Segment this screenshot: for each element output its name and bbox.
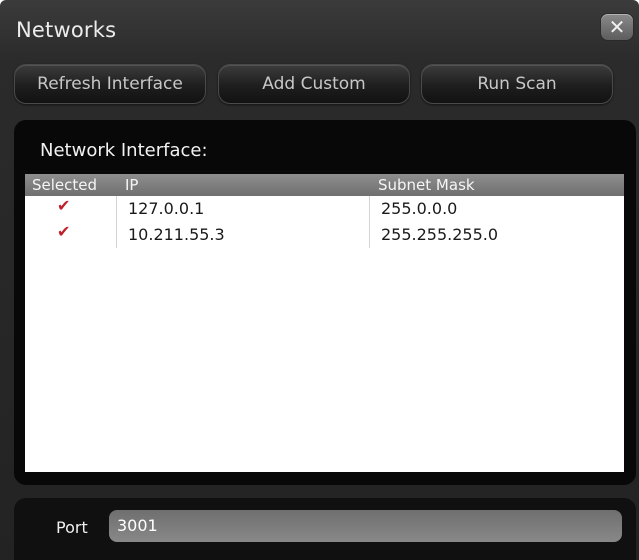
table-row[interactable]: ✔ 127.0.0.1 255.0.0.0 xyxy=(25,196,624,222)
subnet-mask-cell: 255.255.255.0 xyxy=(381,225,499,244)
network-interface-panel: Network Interface: Selected IP Subnet Ma… xyxy=(14,120,636,485)
port-panel: Port 3001 xyxy=(14,498,636,560)
selected-check-icon[interactable]: ✔ xyxy=(57,222,70,242)
network-interface-table: Selected IP Subnet Mask ✔ 127.0.0.1 255.… xyxy=(25,174,624,472)
column-header-subnet-mask[interactable]: Subnet Mask xyxy=(378,175,475,195)
column-header-selected[interactable]: Selected xyxy=(32,175,97,195)
port-input[interactable]: 3001 xyxy=(109,510,622,542)
add-custom-button[interactable]: Add Custom xyxy=(218,64,410,104)
run-scan-button[interactable]: Run Scan xyxy=(421,64,613,104)
refresh-interface-button[interactable]: Refresh Interface xyxy=(14,64,206,104)
table-row[interactable]: ✔ 10.211.55.3 255.255.255.0 xyxy=(25,222,624,248)
panel-title: Network Interface: xyxy=(40,140,208,161)
subnet-mask-cell: 255.0.0.0 xyxy=(381,199,458,218)
selected-check-icon[interactable]: ✔ xyxy=(57,196,70,216)
networks-window: Networks ✕ Refresh Interface Add Custom … xyxy=(0,0,639,560)
column-header-ip[interactable]: IP xyxy=(125,175,138,195)
ip-cell: 127.0.0.1 xyxy=(128,199,205,218)
table-header: Selected IP Subnet Mask xyxy=(25,174,624,196)
window-title: Networks xyxy=(16,18,117,42)
close-button[interactable]: ✕ xyxy=(601,14,633,40)
close-icon: ✕ xyxy=(608,15,626,39)
port-label: Port xyxy=(56,518,88,537)
ip-cell: 10.211.55.3 xyxy=(128,225,225,244)
